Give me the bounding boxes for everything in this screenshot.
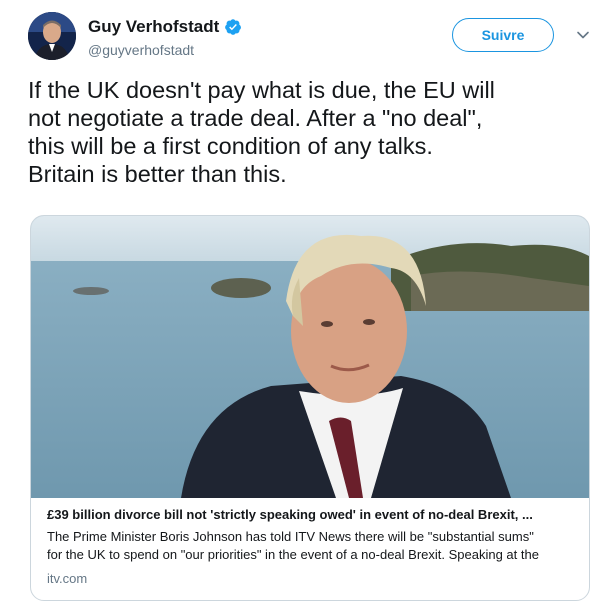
card-title[interactable]: £39 billion divorce bill not 'strictly s…	[47, 506, 577, 524]
user-handle[interactable]: @guyverhofstadt	[88, 42, 194, 58]
tweet-header: Guy Verhofstadt @guyverhofstadt Suivre	[28, 12, 598, 64]
follow-button[interactable]: Suivre	[452, 18, 554, 52]
card-domain: itv.com	[47, 571, 88, 586]
card-description-line: for the UK to spend on "our priorities" …	[47, 547, 539, 562]
name-row: Guy Verhofstadt	[88, 17, 242, 37]
tweet-text-line: If the UK doesn't pay what is due, the E…	[28, 77, 495, 103]
tweet-text: If the UK doesn't pay what is due, the E…	[28, 76, 588, 188]
chevron-down-icon[interactable]	[576, 28, 590, 42]
tweet-text-line: Britain is better than this.	[28, 161, 287, 187]
link-preview-card[interactable]: £39 billion divorce bill not 'strictly s…	[30, 215, 590, 601]
avatar-image	[28, 12, 76, 60]
card-description-line: The Prime Minister Boris Johnson has tol…	[47, 529, 534, 544]
card-body: £39 billion divorce bill not 'strictly s…	[47, 506, 577, 588]
verified-badge-icon	[225, 19, 242, 35]
display-name[interactable]: Guy Verhofstadt	[88, 17, 219, 37]
tweet-text-line: not negotiate a trade deal. After a "no …	[28, 105, 483, 131]
card-image[interactable]	[31, 216, 589, 498]
tweet-text-line: this will be a first condition of any ta…	[28, 133, 433, 159]
card-description: The Prime Minister Boris Johnson has tol…	[47, 528, 577, 564]
avatar[interactable]	[28, 12, 76, 60]
